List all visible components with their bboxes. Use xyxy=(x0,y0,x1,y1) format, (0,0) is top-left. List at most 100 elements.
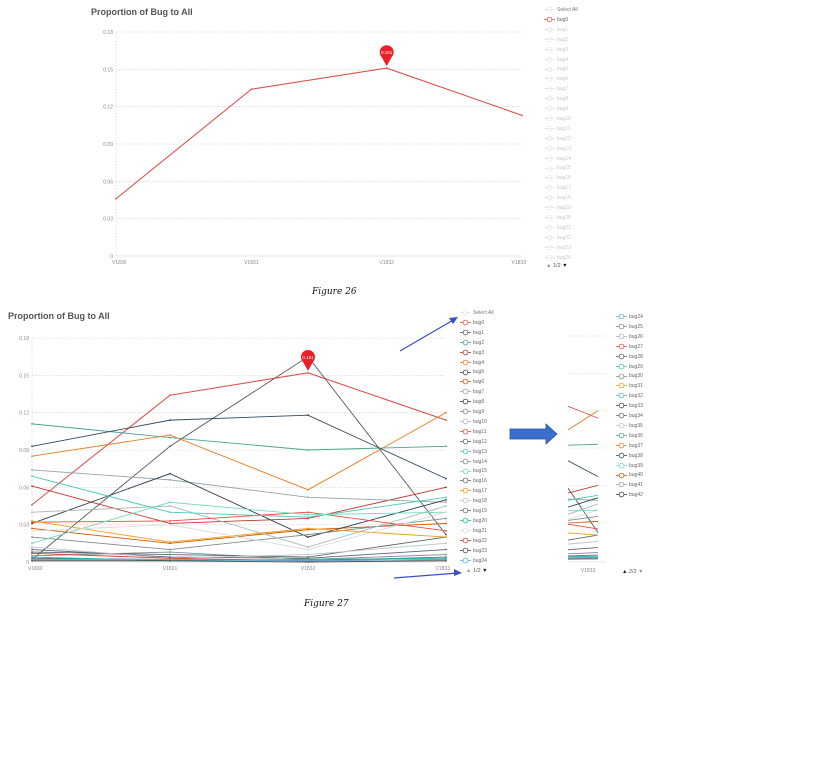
triangle-up-icon[interactable]: ▲ xyxy=(466,568,471,574)
legend-select-all[interactable]: Select All xyxy=(460,309,494,318)
data-point-bug8[interactable] xyxy=(307,536,309,539)
data-point-bug1[interactable] xyxy=(445,533,447,536)
triangle-up-icon[interactable]: ▲ xyxy=(546,263,551,269)
legend-item-bug13[interactable]: bug13 xyxy=(460,448,487,457)
legend-item-bug15[interactable]: bug15 xyxy=(460,467,487,476)
legend-item-bug3[interactable]: bug3 xyxy=(544,46,568,55)
series-line-bug2[interactable] xyxy=(31,423,447,451)
legend-item-bug0[interactable]: bug0 xyxy=(544,16,568,25)
data-point-bug18[interactable] xyxy=(31,546,33,548)
legend-item-bug21[interactable]: bug21 xyxy=(544,224,571,233)
legend-item-bug4[interactable]: bug4 xyxy=(544,56,568,65)
data-point-bug10[interactable] xyxy=(445,505,447,507)
data-point-bug8[interactable] xyxy=(169,472,171,475)
legend-item-bug25[interactable]: bug25 xyxy=(616,323,643,332)
legend-item-bug18[interactable]: bug18 xyxy=(544,194,571,203)
legend-item-bug8[interactable]: bug8 xyxy=(544,95,568,104)
data-point-bug9[interactable] xyxy=(307,533,309,536)
data-point-bug6[interactable] xyxy=(445,522,447,525)
data-point-bug0[interactable] xyxy=(250,88,253,91)
data-point-bug17[interactable] xyxy=(445,536,447,539)
legend-item-bug31[interactable]: bug31 xyxy=(616,382,643,391)
data-point-bug5[interactable] xyxy=(169,419,171,422)
data-point-bug7[interactable] xyxy=(31,469,33,471)
legend-item-bug24[interactable]: bug24 xyxy=(460,557,487,566)
data-point-bug18[interactable] xyxy=(445,542,447,545)
data-point-bug24[interactable] xyxy=(31,558,33,561)
legend-item-bug19[interactable]: bug19 xyxy=(460,507,487,516)
data-point-bug22[interactable] xyxy=(31,552,33,555)
data-point-bug4[interactable] xyxy=(169,434,171,436)
legend-item-bug15[interactable]: bug15 xyxy=(544,164,571,173)
legend-item-bug20[interactable]: bug20 xyxy=(544,214,571,223)
data-point-bug2[interactable] xyxy=(307,449,309,451)
data-point-bug0[interactable] xyxy=(115,197,117,200)
legend-item-bug34[interactable]: bug34 xyxy=(616,412,643,421)
legend-item-bug19[interactable]: bug19 xyxy=(544,204,571,213)
data-point-bug7[interactable] xyxy=(169,478,171,481)
legend-item-bug2[interactable]: bug2 xyxy=(544,36,568,45)
legend-item-bug8[interactable]: bug8 xyxy=(460,398,484,407)
legend-item-bug20[interactable]: bug20 xyxy=(460,517,487,526)
legend-item-bug6[interactable]: bug6 xyxy=(544,75,568,84)
series-line-bug0[interactable] xyxy=(31,372,447,506)
legend-item-bug23[interactable]: bug23 xyxy=(544,244,571,253)
data-point-bug0[interactable] xyxy=(31,503,33,506)
legend-item-bug7[interactable]: bug7 xyxy=(460,388,484,397)
data-point-bug11[interactable] xyxy=(445,529,447,532)
data-point-bug3[interactable] xyxy=(445,486,447,489)
triangle-up-icon[interactable]: ▲ xyxy=(622,569,627,575)
data-point-bug13[interactable] xyxy=(169,511,171,514)
legend-item-bug39[interactable]: bug39 xyxy=(616,462,643,471)
legend-item-bug40[interactable]: bug40 xyxy=(616,471,643,480)
legend-item-bug10[interactable]: bug10 xyxy=(460,418,487,427)
data-point-bug10[interactable] xyxy=(169,505,171,507)
data-point-bug15[interactable] xyxy=(169,501,171,504)
series-line-bug18[interactable] xyxy=(31,542,447,559)
legend-item-bug16[interactable]: bug16 xyxy=(460,477,487,486)
data-point-bug21[interactable] xyxy=(31,529,33,532)
legend-item-bug1[interactable]: bug1 xyxy=(460,329,484,338)
legend-item-bug17[interactable]: bug17 xyxy=(460,487,487,496)
data-point-bug16[interactable] xyxy=(307,556,309,558)
legend-item-bug33[interactable]: bug33 xyxy=(616,402,643,411)
data-point-bug8[interactable] xyxy=(445,498,447,501)
legend-item-bug36[interactable]: bug36 xyxy=(616,432,643,441)
data-point-bug21[interactable] xyxy=(307,548,309,551)
data-point-bug2[interactable] xyxy=(31,422,33,425)
data-point-bug5[interactable] xyxy=(445,477,447,480)
data-point-bug5[interactable] xyxy=(307,414,309,417)
data-point-bug0[interactable] xyxy=(385,67,388,69)
legend-item-bug22[interactable]: bug22 xyxy=(460,537,487,546)
series-line-bug4[interactable] xyxy=(31,412,447,491)
data-point-bug16[interactable] xyxy=(169,553,171,556)
data-point-bug7[interactable] xyxy=(307,496,309,499)
legend-item-bug12[interactable]: bug12 xyxy=(460,438,487,447)
data-point-bug14[interactable] xyxy=(169,551,171,553)
data-point-bug24[interactable] xyxy=(169,558,171,561)
legend-item-bug2[interactable]: bug2 xyxy=(460,339,484,348)
data-point-bug0[interactable] xyxy=(521,114,523,117)
legend-item-bug23[interactable]: bug23 xyxy=(460,547,487,556)
data-point-bug20[interactable] xyxy=(31,556,33,558)
data-point-bug0[interactable] xyxy=(169,394,171,397)
legend-item-bug10[interactable]: bug10 xyxy=(544,115,571,124)
data-point-bug13[interactable] xyxy=(307,516,309,519)
data-point-bug5[interactable] xyxy=(31,445,33,448)
data-point-bug14[interactable] xyxy=(445,553,447,556)
data-point-bug12[interactable] xyxy=(445,548,447,551)
data-point-bug11[interactable] xyxy=(307,511,309,514)
legend-item-bug22[interactable]: bug22 xyxy=(544,234,571,243)
data-point-bug7[interactable] xyxy=(445,501,447,504)
legend-item-bug14[interactable]: bug14 xyxy=(544,155,571,164)
data-point-bug9[interactable] xyxy=(445,517,447,520)
legend-item-bug5[interactable]: bug5 xyxy=(460,368,484,377)
data-point-bug17[interactable] xyxy=(169,541,171,543)
data-point-bug15[interactable] xyxy=(31,542,33,545)
triangle-down-icon[interactable]: ▼ xyxy=(482,568,487,574)
data-point-bug10[interactable] xyxy=(307,546,309,548)
legend-item-bug38[interactable]: bug38 xyxy=(616,452,643,461)
data-point-bug11[interactable] xyxy=(169,520,171,522)
legend-item-bug37[interactable]: bug37 xyxy=(616,442,643,451)
data-point-bug21[interactable] xyxy=(169,523,171,526)
